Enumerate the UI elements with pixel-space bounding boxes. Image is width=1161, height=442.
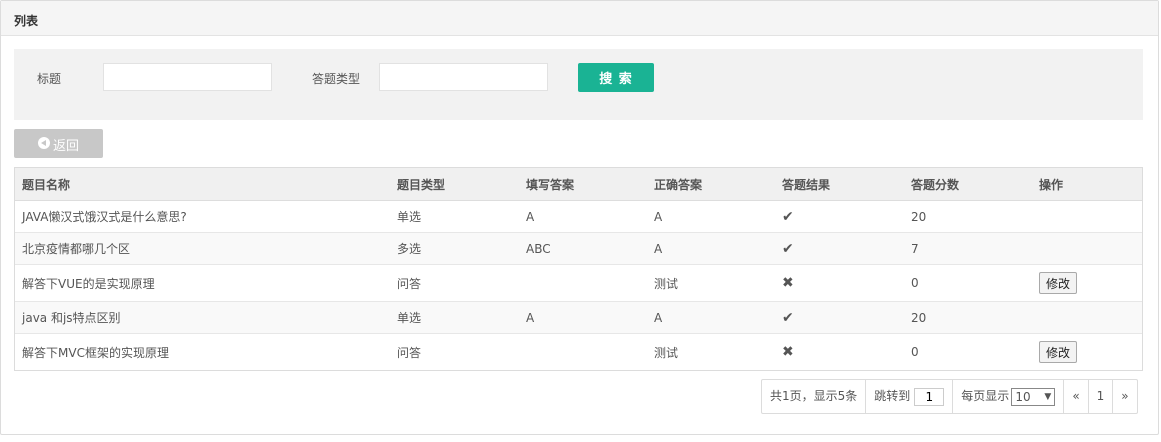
back-arrow-icon [38,137,50,149]
cell-filled-answer [519,333,647,370]
cross-icon: ✖ [782,275,794,291]
per-page-label: 每页显示 [961,389,1010,403]
pagination-jump: 跳转到 [866,380,954,413]
header-answer-result: 答题结果 [775,168,904,201]
cell-correct-answer: 测试 [647,264,775,302]
cell-score: 0 [904,333,1032,370]
header-filled-answer: 填写答案 [519,168,647,201]
list-panel: 列表 标题 答题类型 搜 索 返回 题目名称 题目类型 填写答案 正确答案 答题… [0,0,1159,435]
back-button-label: 返回 [53,139,80,154]
cell-question-name: 解答下MVC框架的实现原理 [15,333,390,370]
header-question-type: 题目类型 [390,168,519,201]
cell-actions [1032,232,1142,265]
cell-actions [1032,200,1142,233]
cell-question-name: 北京疫情都哪几个区 [15,232,390,265]
cell-filled-answer: ABC [519,232,647,265]
cell-actions [1032,301,1142,334]
check-icon: ✔ [782,240,794,257]
table-row: 北京疫情都哪几个区 多选 ABC A ✔ 7 [15,232,1142,265]
caret-down-icon: ▼ [1044,391,1052,402]
pagination-summary: 共1页，显示5条 [762,380,867,413]
cell-filled-answer [519,264,647,302]
search-button[interactable]: 搜 索 [578,63,654,92]
cell-question-name: JAVA懒汉式饿汉式是什么意思? [15,200,390,233]
cell-score: 0 [904,264,1032,302]
pagination-per-page: 每页显示 10 ▼ [953,380,1065,413]
panel-header: 列表 [1,1,1158,36]
cell-question-type: 问答 [390,333,519,370]
cell-question-type: 多选 [390,232,519,265]
title-label: 标题 [37,72,62,86]
cell-filled-answer: A [519,200,647,233]
cell-question-name: java 和js特点区别 [15,301,390,334]
cell-actions: 修改 [1032,333,1142,370]
cell-filled-answer: A [519,301,647,334]
jump-page-input[interactable] [914,387,945,406]
header-answer-score: 答题分数 [904,168,1032,201]
table-row: java 和js特点区别 单选 A A ✔ 20 [15,301,1142,334]
cross-icon: ✖ [782,344,794,360]
cell-question-name: 解答下VUE的是实现原理 [15,264,390,302]
panel-title: 列表 [14,14,39,28]
check-icon: ✔ [782,208,794,225]
cell-correct-answer: A [647,301,775,334]
cell-question-type: 单选 [390,301,519,334]
per-page-value: 10 [1015,389,1031,404]
check-icon: ✔ [782,309,794,326]
table-header-row: 题目名称 题目类型 填写答案 正确答案 答题结果 答题分数 操作 [15,168,1142,201]
title-input[interactable] [103,63,272,91]
edit-button[interactable]: 修改 [1039,341,1077,363]
back-button[interactable]: 返回 [14,129,103,158]
cell-correct-answer: A [647,200,775,233]
table-row: 解答下MVC框架的实现原理 问答 测试 ✖ 0 修改 [15,333,1142,370]
cell-question-type: 单选 [390,200,519,233]
pagination: 共1页，显示5条 跳转到 每页显示 10 ▼ « 1 » [761,379,1138,414]
jump-label: 跳转到 [874,389,911,403]
answer-table: 题目名称 题目类型 填写答案 正确答案 答题结果 答题分数 操作 JAVA懒汉式… [14,167,1143,371]
edit-button[interactable]: 修改 [1039,272,1077,294]
cell-score: 20 [904,200,1032,233]
search-form: 标题 答题类型 搜 索 [14,49,1143,120]
table-row: 解答下VUE的是实现原理 问答 测试 ✖ 0 修改 [15,264,1142,302]
page-1-button[interactable]: 1 [1089,380,1114,413]
cell-score: 20 [904,301,1032,334]
header-correct-answer: 正确答案 [647,168,775,201]
answer-type-label: 答题类型 [312,72,361,86]
cell-correct-answer: 测试 [647,333,775,370]
answer-type-input[interactable] [379,63,548,91]
per-page-select[interactable]: 10 ▼ [1011,387,1056,406]
cell-actions: 修改 [1032,264,1142,302]
cell-score: 7 [904,232,1032,265]
cell-correct-answer: A [647,232,775,265]
cell-question-type: 问答 [390,264,519,302]
prev-page-button[interactable]: « [1064,380,1089,413]
table-row: JAVA懒汉式饿汉式是什么意思? 单选 A A ✔ 20 [15,200,1142,233]
next-page-button[interactable]: » [1113,380,1136,413]
header-actions: 操作 [1032,168,1142,201]
header-question-name: 题目名称 [15,168,390,201]
